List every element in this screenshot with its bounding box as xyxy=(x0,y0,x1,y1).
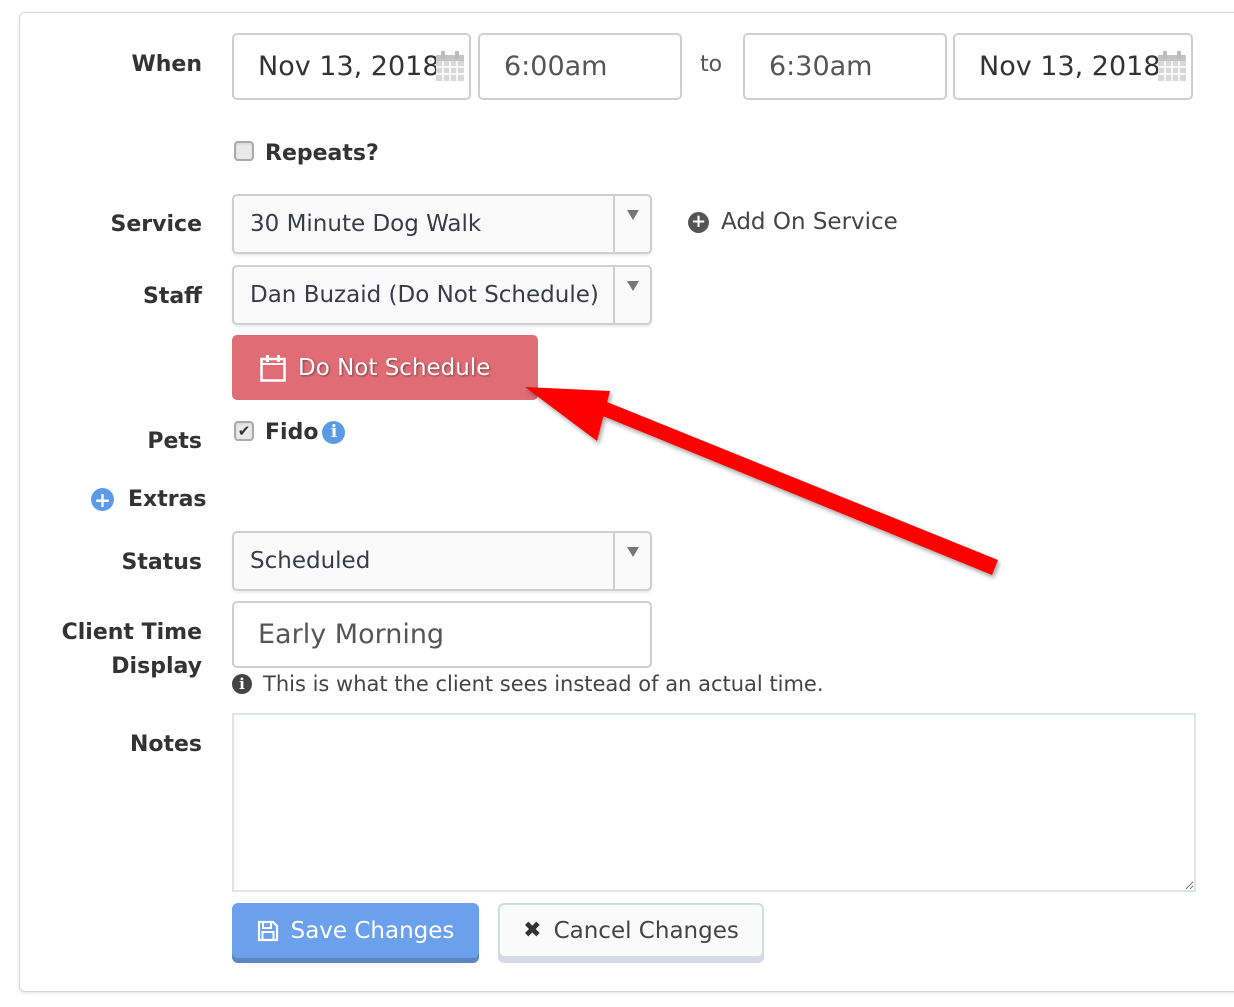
status-select[interactable]: Scheduled xyxy=(232,531,652,591)
start-time-input[interactable]: 6:00am xyxy=(478,33,682,100)
do-not-schedule-label: Do Not Schedule xyxy=(298,354,491,381)
chevron-down-icon xyxy=(626,210,639,220)
client-time-display-label-line1: Client Time xyxy=(61,620,202,645)
plus-circle-icon: + xyxy=(688,211,709,233)
staff-label: Staff xyxy=(142,284,202,309)
plus-circle-icon: + xyxy=(91,488,114,511)
cancel-changes-button[interactable]: ✖ Cancel Changes xyxy=(498,903,764,958)
client-time-display-label-line2: Display xyxy=(111,654,202,679)
status-selected-value: Scheduled xyxy=(250,548,371,574)
start-time-value: 6:00am xyxy=(504,51,608,82)
calendar-icon[interactable] xyxy=(435,50,465,82)
start-date-input[interactable]: Nov 13, 2018 xyxy=(232,33,471,100)
extras-label: Extras xyxy=(128,487,207,512)
service-label: Service xyxy=(110,212,202,237)
add-on-service-link[interactable]: + Add On Service xyxy=(688,209,898,235)
service-select[interactable]: 30 Minute Dog Walk xyxy=(232,194,652,254)
service-dropdown-toggle[interactable] xyxy=(613,196,650,252)
service-selected-value: 30 Minute Dog Walk xyxy=(250,211,482,237)
cancel-changes-label: Cancel Changes xyxy=(553,917,739,944)
info-icon[interactable]: i xyxy=(322,421,346,444)
end-date-input[interactable]: Nov 13, 2018 xyxy=(953,33,1193,100)
info-icon: i xyxy=(232,674,252,694)
client-time-display-help: i This is what the client sees instead o… xyxy=(232,672,824,696)
chevron-down-icon xyxy=(626,547,639,557)
pet-name: Fido xyxy=(265,420,319,445)
save-icon xyxy=(257,920,278,941)
staff-select[interactable]: Dan Buzaid (Do Not Schedule) xyxy=(232,265,652,325)
add-on-service-label: Add On Service xyxy=(721,209,898,235)
staff-dropdown-toggle[interactable] xyxy=(613,267,650,323)
end-date-value: Nov 13, 2018 xyxy=(979,51,1161,82)
client-time-display-input[interactable]: Early Morning xyxy=(232,601,652,668)
pets-label: Pets xyxy=(147,429,202,454)
status-dropdown-toggle[interactable] xyxy=(613,533,650,589)
end-time-input[interactable]: 6:30am xyxy=(743,33,947,100)
help-text: This is what the client sees instead of … xyxy=(263,672,824,696)
end-time-value: 6:30am xyxy=(769,51,873,82)
notes-textarea[interactable] xyxy=(232,713,1196,892)
save-changes-label: Save Changes xyxy=(290,917,455,944)
to-separator: to xyxy=(700,52,723,77)
checkmark-icon: ✔ xyxy=(237,422,251,440)
start-date-value: Nov 13, 2018 xyxy=(258,51,440,82)
staff-selected-value: Dan Buzaid (Do Not Schedule) xyxy=(250,282,599,308)
pet-fido-checkbox[interactable]: ✔ xyxy=(234,421,254,441)
calendar-icon[interactable] xyxy=(1157,50,1187,82)
client-time-display-value: Early Morning xyxy=(258,619,445,650)
pet-fido: Fido i xyxy=(265,420,346,445)
save-changes-button[interactable]: Save Changes xyxy=(232,903,479,958)
notes-label: Notes xyxy=(129,732,202,757)
close-icon: ✖ xyxy=(523,918,542,943)
status-label: Status xyxy=(121,550,202,575)
calendar-icon xyxy=(260,354,286,382)
chevron-down-icon xyxy=(626,281,639,291)
repeats-checkbox[interactable] xyxy=(234,141,254,161)
extras-toggle[interactable]: + Extras xyxy=(91,487,207,512)
when-label: When xyxy=(131,52,202,77)
do-not-schedule-button[interactable]: Do Not Schedule xyxy=(232,335,538,400)
repeats-label[interactable]: Repeats? xyxy=(265,141,379,166)
